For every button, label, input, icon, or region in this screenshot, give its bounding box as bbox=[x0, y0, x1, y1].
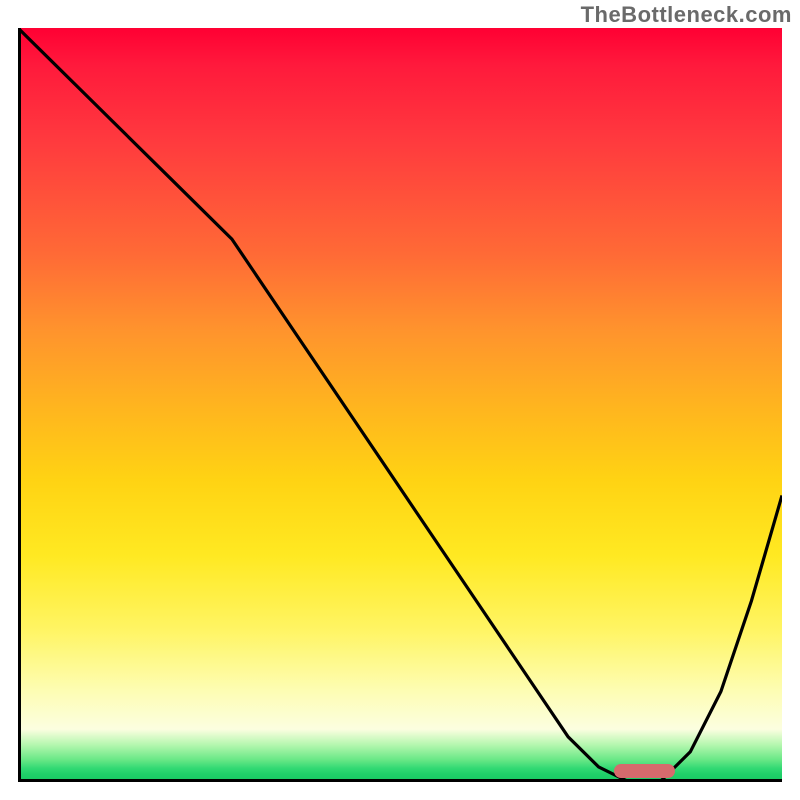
plot-area bbox=[18, 28, 782, 782]
optimal-range-marker bbox=[614, 764, 675, 778]
curve-layer bbox=[18, 28, 782, 782]
chart-root: TheBottleneck.com bbox=[0, 0, 800, 800]
bottleneck-curve-path bbox=[18, 28, 782, 782]
watermark-text: TheBottleneck.com bbox=[581, 2, 792, 28]
